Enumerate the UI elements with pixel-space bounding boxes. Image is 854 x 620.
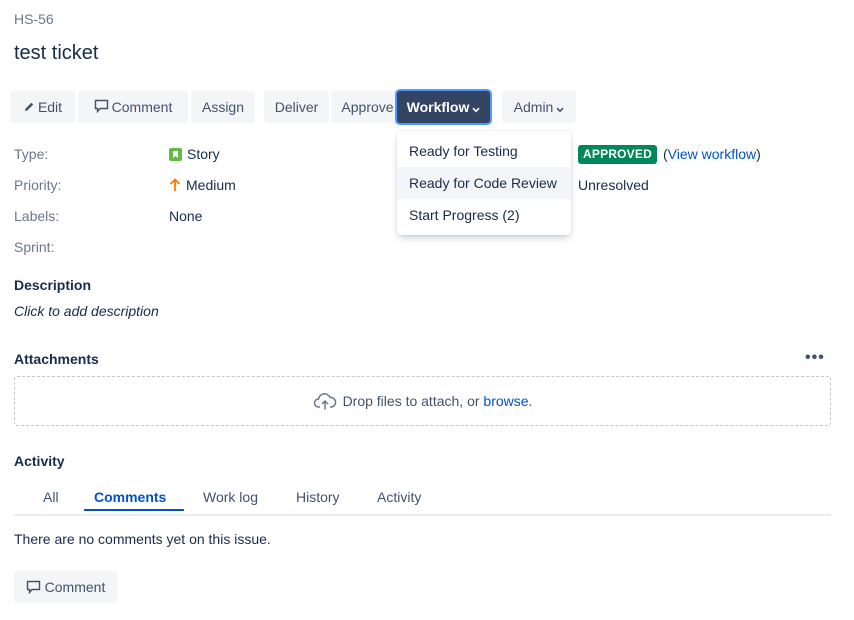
edit-button[interactable]: Edit — [10, 91, 75, 123]
tab-comments[interactable]: Comments — [94, 489, 166, 505]
comment-label: Comment — [111, 99, 173, 115]
arrow-up-icon — [169, 178, 181, 195]
drop-text: Drop files to attach, or — [342, 393, 484, 409]
more-icon[interactable]: ••• — [805, 349, 825, 367]
type-value: Story — [169, 146, 220, 164]
priority-value[interactable]: Medium — [169, 177, 236, 195]
view-workflow: (View workflow) — [663, 146, 761, 162]
menu-item-start-progress[interactable]: Start Progress (2) — [397, 199, 571, 231]
description-placeholder[interactable]: Click to add description — [14, 303, 159, 319]
edit-label: Edit — [37, 99, 63, 115]
admin-button[interactable]: Admin — [502, 91, 576, 123]
workflow-menu: Ready for Testing Ready for Code Review … — [397, 131, 571, 235]
chevron-down-icon — [556, 92, 564, 124]
deliver-button[interactable]: Deliver — [264, 91, 329, 123]
tab-all[interactable]: All — [43, 489, 59, 505]
tab-history[interactable]: History — [296, 489, 340, 505]
labels-value[interactable]: None — [169, 208, 202, 224]
type-text: Story — [187, 146, 220, 162]
comment-button[interactable]: Comment — [78, 91, 188, 123]
close-paren: ) — [756, 146, 761, 162]
page-title[interactable]: test ticket — [14, 42, 98, 65]
resolution-value: Unresolved — [578, 177, 649, 193]
speech-bubble-icon — [94, 92, 109, 124]
labels-label: Labels: — [14, 208, 60, 224]
assign-button[interactable]: Assign — [191, 91, 255, 123]
activity-tabs: All Comments Work log History Activity — [14, 486, 831, 516]
tab-activity[interactable]: Activity — [377, 489, 421, 505]
priority-label: Priority: — [14, 177, 62, 193]
story-icon — [169, 148, 182, 164]
chevron-down-icon — [472, 92, 480, 124]
priority-text: Medium — [186, 177, 236, 193]
activity-heading: Activity — [14, 453, 65, 469]
add-comment-label: Comment — [44, 579, 106, 595]
speech-bubble-icon — [26, 573, 41, 605]
workflow-label: Workflow — [406, 99, 470, 115]
type-label: Type: — [14, 146, 49, 162]
menu-item-ready-for-code-review[interactable]: Ready for Code Review — [397, 167, 571, 199]
pencil-icon — [23, 92, 35, 124]
active-tab-indicator — [84, 509, 184, 511]
attachments-heading: Attachments — [14, 351, 99, 367]
view-workflow-link[interactable]: View workflow — [668, 146, 756, 162]
sprint-label: Sprint: — [14, 239, 55, 255]
add-comment-button[interactable]: Comment — [14, 571, 117, 603]
description-heading: Description — [14, 277, 92, 293]
empty-comments-text: There are no comments yet on this issue. — [14, 531, 271, 547]
menu-item-ready-for-testing[interactable]: Ready for Testing — [397, 135, 571, 167]
dropzone-content: Drop files to attach, or browse. — [15, 391, 830, 414]
approve-button[interactable]: Approve — [331, 91, 404, 123]
issue-key[interactable]: HS-56 — [14, 11, 54, 27]
admin-label: Admin — [513, 99, 554, 115]
cloud-upload-icon — [313, 391, 337, 414]
status-badge: APPROVED — [578, 145, 657, 164]
browse-link[interactable]: browse. — [483, 393, 532, 409]
workflow-button[interactable]: Workflow — [397, 91, 490, 123]
tab-work-log[interactable]: Work log — [203, 489, 258, 505]
attachment-dropzone[interactable]: Drop files to attach, or browse. — [14, 376, 831, 426]
